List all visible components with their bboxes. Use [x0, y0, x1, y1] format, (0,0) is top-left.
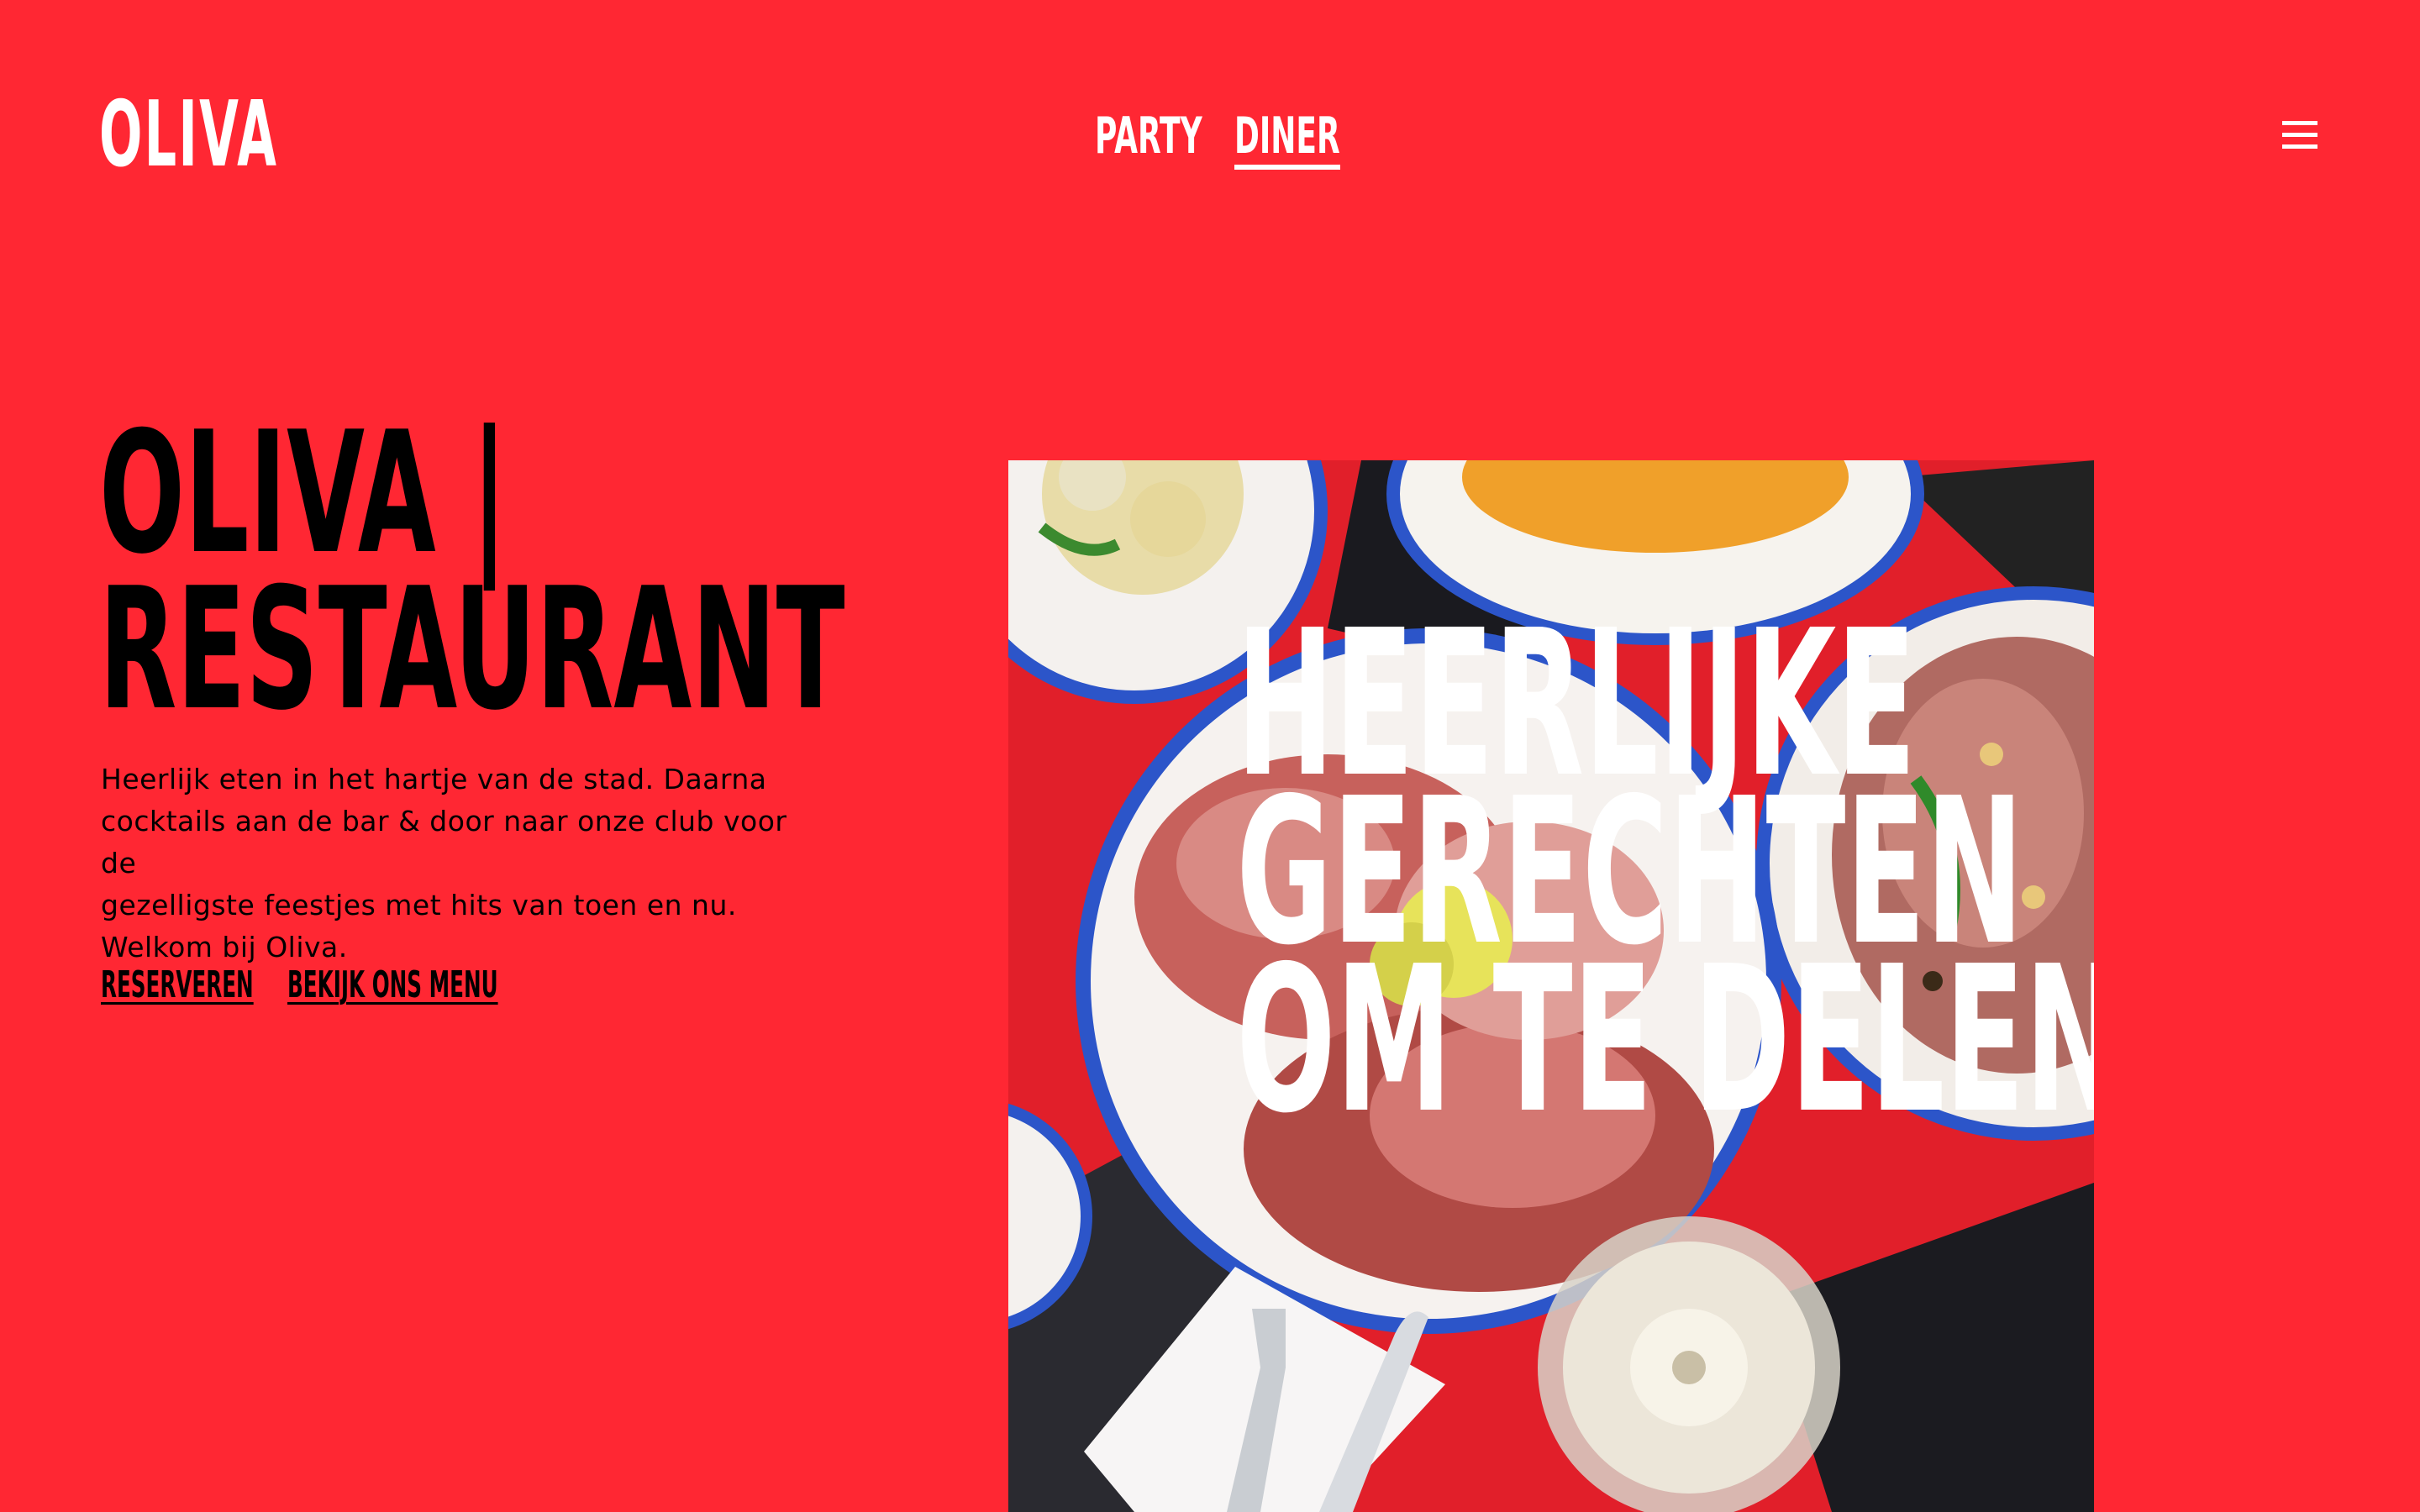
menu-bar [2282, 133, 2317, 137]
nav-item-diner[interactable]: DINER [1234, 109, 1340, 170]
food-image: HEERLIJKE GERECHTEN OM TE DELEN [1008, 460, 2094, 1512]
intro-line: Heerlijk eten in het hartje van de stad.… [101, 763, 767, 795]
feature-headline-line: OM TE DELEN [1236, 922, 2094, 1158]
menu-bar [2282, 121, 2317, 125]
page-title-line-2: RESTAURANT [99, 552, 845, 748]
page-title-line-1: OLIVA | [99, 396, 508, 591]
site-logo[interactable]: OLIVA [99, 90, 278, 181]
intro-line: gezelligste feestjes met hits van toen e… [101, 889, 737, 921]
feature-headline: HEERLIJKE GERECHTEN OM TE DELEN [1008, 603, 2094, 1158]
intro-line: cocktails aan de bar & door naar onze cl… [101, 805, 787, 879]
intro-text: Heerlijk eten in het hartje van de stad.… [101, 759, 823, 969]
page-title: OLIVA | RESTAURANT [99, 396, 845, 748]
nav-item-party[interactable]: PARTY [1095, 109, 1202, 163]
intro-line: Welkom bij Oliva. [101, 931, 348, 963]
menu-bar [2282, 144, 2317, 149]
hamburger-menu-icon[interactable] [2279, 118, 2321, 153]
view-menu-link[interactable]: BEKIJK ONS MENU [287, 964, 498, 1006]
reserve-link[interactable]: RESERVEREN [101, 964, 254, 1006]
